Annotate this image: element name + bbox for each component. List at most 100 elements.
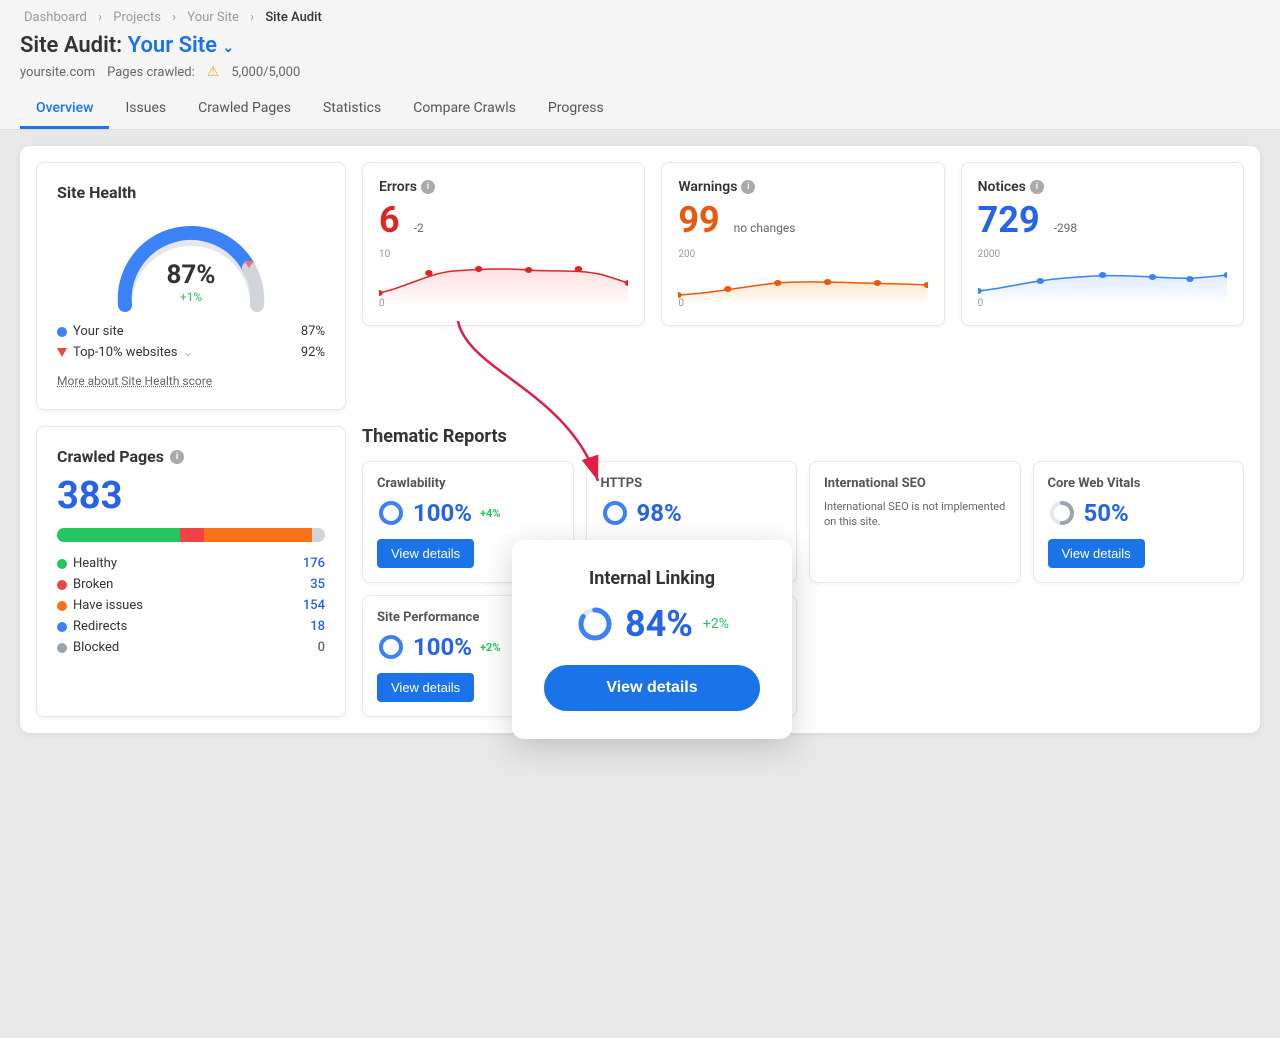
errors-change: -2 bbox=[414, 221, 424, 235]
placeholder-4 bbox=[1033, 595, 1245, 717]
tab-issues[interactable]: Issues bbox=[109, 90, 182, 129]
thematic-reports: Thematic Reports Crawlability 100% +4% bbox=[362, 426, 1244, 717]
tab-progress[interactable]: Progress bbox=[532, 90, 620, 129]
gauge-change: +1% bbox=[166, 290, 215, 304]
view-details-core-web[interactable]: View details bbox=[1048, 539, 1145, 568]
stat-redirects: Redirects 18 bbox=[57, 619, 325, 634]
warnings-info-icon[interactable]: i bbox=[741, 180, 755, 194]
notices-chart: 2000 bbox=[978, 249, 1227, 309]
thematic-grid-1: Crawlability 100% +4% View details bbox=[362, 461, 1244, 583]
thematic-title: Thematic Reports bbox=[362, 426, 1244, 447]
ring-site-perf bbox=[377, 633, 405, 661]
notices-info-icon[interactable]: i bbox=[1030, 180, 1044, 194]
popup-pct-row: 84% +2% bbox=[544, 603, 760, 645]
popup-percent: 84% bbox=[625, 603, 693, 645]
subtitle: yoursite.com Pages crawled: ⚠ 5,000/5,00… bbox=[20, 64, 1260, 80]
warnings-value: 99 bbox=[678, 199, 719, 241]
ring-crawlability bbox=[377, 499, 405, 527]
internal-linking-popup: Internal Linking 84% +2% View details bbox=[512, 540, 792, 739]
pb-other bbox=[312, 528, 325, 542]
crawled-pages-info[interactable]: i bbox=[170, 450, 184, 464]
site-url: yoursite.com bbox=[20, 65, 95, 80]
site-health-title: Site Health bbox=[57, 183, 325, 202]
top-sites-label: Top-10% websites bbox=[73, 345, 177, 360]
dot-broken bbox=[57, 580, 67, 590]
errors-title: Errors i bbox=[379, 179, 628, 195]
breadcrumb: Dashboard › Projects › Your Site › Site … bbox=[20, 10, 1260, 25]
gauge-wrap: 87% +1% bbox=[111, 218, 271, 308]
pages-crawled-value: 5,000/5,000 bbox=[231, 65, 300, 80]
view-details-site-perf[interactable]: View details bbox=[377, 673, 474, 702]
popup-ring-icon bbox=[575, 604, 615, 644]
breadcrumb-site-audit: Site Audit bbox=[265, 10, 321, 25]
notices-change: -298 bbox=[1054, 221, 1078, 235]
pb-healthy bbox=[57, 528, 180, 542]
legend-your-site: Your site 87% bbox=[57, 324, 325, 339]
metrics-right: Errors i 6 -2 10 bbox=[362, 162, 1244, 410]
errors-chart: 10 bbox=[379, 249, 628, 309]
tab-crawled-pages[interactable]: Crawled Pages bbox=[182, 90, 307, 129]
dot-blocked bbox=[57, 643, 67, 653]
thematic-intl-seo: International SEO International SEO is n… bbox=[809, 461, 1021, 583]
breadcrumb-projects[interactable]: Projects bbox=[113, 10, 161, 25]
dot-redirects bbox=[57, 622, 67, 632]
nav-tabs: Overview Issues Crawled Pages Statistics… bbox=[20, 90, 1260, 129]
popup-title: Internal Linking bbox=[544, 568, 760, 589]
pb-issues bbox=[204, 528, 311, 542]
placeholder-3 bbox=[809, 595, 1021, 717]
chevron-top-sites[interactable]: ⌄ bbox=[183, 346, 192, 359]
your-site-value: 87% bbox=[301, 324, 325, 339]
title-prefix: Site Audit: bbox=[20, 33, 122, 58]
site-health-card: Site Health bbox=[36, 162, 346, 410]
popup-view-details-btn[interactable]: View details bbox=[544, 665, 760, 711]
ring-https bbox=[601, 499, 629, 527]
crawled-pages-value: 383 bbox=[57, 474, 325, 518]
stat-healthy: Healthy 176 bbox=[57, 556, 325, 571]
notices-card: Notices i 729 -298 2000 bbox=[961, 162, 1244, 326]
more-about-link[interactable]: More about Site Health score bbox=[57, 374, 212, 388]
errors-card: Errors i 6 -2 10 bbox=[362, 162, 645, 326]
thematic-grid-2: Site Performance 100% +2% View details bbox=[362, 595, 1244, 717]
dot-your-site bbox=[57, 327, 67, 337]
errors-value: 6 bbox=[379, 199, 400, 241]
top-section: Site Health bbox=[36, 162, 1244, 410]
dot-issues bbox=[57, 601, 67, 611]
gauge-value: 87% bbox=[166, 260, 215, 290]
thematic-core-web: Core Web Vitals 50% View details bbox=[1033, 461, 1245, 583]
breadcrumb-sep3: › bbox=[250, 10, 257, 25]
tab-statistics[interactable]: Statistics bbox=[307, 90, 397, 129]
breadcrumb-your-site[interactable]: Your Site bbox=[187, 10, 239, 25]
legend-top-sites: Top-10% websites ⌄ 92% bbox=[57, 345, 325, 360]
page-title: Site Audit: Your Site ⌄ bbox=[20, 33, 1260, 58]
crawled-pages-title: Crawled Pages i bbox=[57, 447, 325, 466]
notices-value: 729 bbox=[978, 199, 1040, 241]
warning-icon: ⚠ bbox=[207, 64, 220, 80]
notices-title: Notices i bbox=[978, 179, 1227, 195]
warnings-change: no changes bbox=[734, 221, 796, 235]
warnings-title: Warnings i bbox=[678, 179, 927, 195]
pages-crawled-label: Pages crawled: bbox=[107, 65, 195, 80]
breadcrumb-dashboard[interactable]: Dashboard bbox=[24, 10, 87, 25]
site-name-link[interactable]: Your Site ⌄ bbox=[128, 33, 235, 58]
top-bar: Dashboard › Projects › Your Site › Site … bbox=[0, 0, 1280, 130]
ring-core-web bbox=[1048, 499, 1076, 527]
breadcrumb-sep2: › bbox=[172, 10, 179, 25]
pb-broken bbox=[180, 528, 204, 542]
dot-healthy bbox=[57, 559, 67, 569]
progress-bar bbox=[57, 528, 325, 542]
triangle-icon bbox=[57, 348, 67, 357]
errors-info-icon[interactable]: i bbox=[421, 180, 435, 194]
crawled-pages-card: Crawled Pages i 383 Healthy 176 bbox=[36, 426, 346, 717]
top-sites-value: 92% bbox=[301, 345, 325, 360]
view-details-crawlability[interactable]: View details bbox=[377, 539, 474, 568]
stat-broken: Broken 35 bbox=[57, 577, 325, 592]
tab-overview[interactable]: Overview bbox=[20, 90, 109, 129]
breadcrumb-sep1: › bbox=[98, 10, 105, 25]
gauge-container: 87% +1% bbox=[57, 218, 325, 308]
tab-compare-crawls[interactable]: Compare Crawls bbox=[397, 90, 532, 129]
warnings-card: Warnings i 99 no changes 200 bbox=[661, 162, 944, 326]
stat-blocked: Blocked 0 bbox=[57, 640, 325, 655]
popup-change: +2% bbox=[703, 616, 729, 632]
metrics-row: Errors i 6 -2 10 bbox=[362, 162, 1244, 326]
stat-issues: Have issues 154 bbox=[57, 598, 325, 613]
